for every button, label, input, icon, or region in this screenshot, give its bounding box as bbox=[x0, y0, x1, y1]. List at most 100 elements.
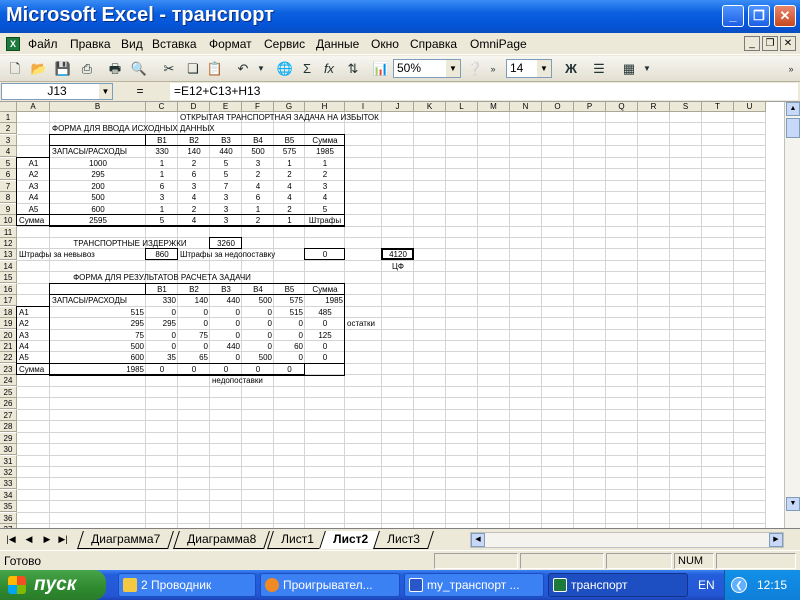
supply-cell[interactable]: 295 bbox=[52, 169, 144, 180]
cost-cell[interactable]: 6 bbox=[148, 181, 176, 192]
sum-cell[interactable]: 2 bbox=[244, 215, 272, 226]
column-header[interactable]: F bbox=[242, 102, 274, 112]
help-icon[interactable]: ❔ bbox=[466, 60, 484, 78]
tab-sheet3[interactable]: Лист3 bbox=[373, 531, 434, 549]
result-cell[interactable]: 500 bbox=[244, 352, 272, 363]
supplier-label[interactable]: А4 bbox=[19, 192, 48, 203]
cost-cell[interactable]: 6 bbox=[180, 169, 208, 180]
function-icon[interactable]: fx bbox=[320, 60, 338, 78]
menu-edit[interactable]: Правка bbox=[70, 37, 111, 51]
result-form-title[interactable]: ФОРМА ДЛЯ РЕЗУЛЬТАТОВ РАСЧЕТА ЗАДАЧИ bbox=[52, 272, 272, 283]
column-header[interactable]: S bbox=[670, 102, 702, 112]
row-header[interactable]: 17 bbox=[0, 295, 17, 306]
cost-cell[interactable]: 7 bbox=[212, 181, 240, 192]
column-header[interactable]: R bbox=[638, 102, 670, 112]
row-header[interactable]: 26 bbox=[0, 398, 17, 409]
row-header[interactable]: 2 bbox=[0, 123, 17, 134]
row-header[interactable]: 33 bbox=[0, 478, 17, 489]
supply-cell[interactable]: 500 bbox=[52, 192, 144, 203]
sum-label[interactable]: Сумма bbox=[19, 215, 48, 226]
row-header[interactable]: 36 bbox=[0, 513, 17, 524]
cost-cell[interactable]: 3 bbox=[148, 192, 176, 203]
column-header[interactable]: B bbox=[50, 102, 146, 112]
cost-cell[interactable]: 2 bbox=[244, 169, 272, 180]
cost-cell[interactable]: 2 bbox=[180, 204, 208, 215]
demand-cell[interactable]: 440 bbox=[212, 146, 240, 157]
new-icon[interactable]: 🗋 bbox=[6, 60, 24, 78]
cost-cell[interactable]: 2 bbox=[276, 169, 303, 180]
row-header[interactable]: 31 bbox=[0, 456, 17, 467]
print-icon[interactable]: 🖶 bbox=[106, 60, 124, 78]
supplier-label[interactable]: А3 bbox=[19, 181, 48, 192]
sum-cell[interactable]: 0 bbox=[276, 364, 303, 375]
result-cell[interactable]: 60 bbox=[276, 341, 303, 352]
tab-diagram8[interactable]: Диаграмма8 bbox=[173, 531, 271, 549]
sheet-title[interactable]: ОТКРЫТАЯ ТРАНСПОРТНАЯ ЗАДАЧА НА ИЗБЫТОК bbox=[180, 112, 379, 123]
penalty-cell[interactable]: 2 bbox=[307, 169, 343, 180]
penalty-label[interactable]: Штрафы bbox=[307, 215, 343, 226]
col-label[interactable]: В4 bbox=[244, 135, 272, 146]
col-label[interactable]: В1 bbox=[148, 135, 176, 146]
demand-cell[interactable]: 140 bbox=[180, 295, 208, 306]
row-header[interactable]: 5 bbox=[0, 158, 17, 169]
supply-cell[interactable]: 295 bbox=[52, 318, 144, 329]
scroll-thumb[interactable] bbox=[786, 118, 800, 138]
sum-cell[interactable]: 2595 bbox=[52, 215, 144, 226]
col-label[interactable]: В4 bbox=[244, 284, 272, 295]
scroll-down-icon[interactable]: ▼ bbox=[786, 497, 800, 511]
col-label[interactable]: В1 bbox=[148, 284, 176, 295]
cost-cell[interactable]: 5 bbox=[212, 169, 240, 180]
doc-restore-button[interactable]: ❐ bbox=[762, 36, 778, 51]
cost-cell[interactable]: 6 bbox=[244, 192, 272, 203]
cost-cell[interactable]: 2 bbox=[276, 204, 303, 215]
col-label[interactable]: Сумма bbox=[307, 135, 343, 146]
supplier-label[interactable]: А5 bbox=[19, 204, 48, 215]
first-sheet-icon[interactable]: |◀ bbox=[4, 532, 18, 547]
row-header[interactable]: 35 bbox=[0, 501, 17, 512]
col-label[interactable]: В2 bbox=[180, 135, 208, 146]
column-header[interactable]: C bbox=[146, 102, 178, 112]
cost-cell[interactable]: 3 bbox=[244, 158, 272, 169]
penalty-cell[interactable]: 3 bbox=[307, 181, 343, 192]
doc-minimize-button[interactable]: _ bbox=[744, 36, 760, 51]
column-header[interactable]: O bbox=[542, 102, 574, 112]
fx-label[interactable]: = bbox=[120, 83, 160, 100]
scroll-right-icon[interactable]: ▶ bbox=[769, 533, 783, 547]
column-header[interactable]: H bbox=[305, 102, 345, 112]
sum-cell[interactable]: 1 bbox=[276, 215, 303, 226]
demand-cell[interactable]: 330 bbox=[148, 146, 176, 157]
supplier-label[interactable]: А1 bbox=[19, 307, 48, 318]
print-preview-icon[interactable]: 🔍 bbox=[130, 60, 148, 78]
save-icon[interactable]: 💾 bbox=[54, 60, 72, 78]
result-cell[interactable]: 440 bbox=[212, 341, 240, 352]
row-header[interactable]: 3 bbox=[0, 135, 17, 146]
close-button[interactable]: ✕ bbox=[774, 5, 796, 27]
menu-data[interactable]: Данные bbox=[316, 37, 359, 51]
column-header[interactable]: M bbox=[478, 102, 510, 112]
result-cell[interactable]: 0 bbox=[148, 307, 176, 318]
doc-close-button[interactable]: ✕ bbox=[780, 36, 796, 51]
row-header[interactable]: 18 bbox=[0, 307, 17, 318]
column-header[interactable]: J bbox=[382, 102, 414, 112]
result-cell[interactable]: 0 bbox=[276, 352, 303, 363]
col-label[interactable]: В5 bbox=[276, 284, 303, 295]
paste-icon[interactable]: 📋 bbox=[206, 60, 224, 78]
col-label[interactable]: В3 bbox=[212, 284, 240, 295]
column-header[interactable]: Q bbox=[606, 102, 638, 112]
row-header[interactable]: 32 bbox=[0, 467, 17, 478]
rest-cell[interactable]: 0 bbox=[307, 352, 343, 363]
result-cell[interactable]: 0 bbox=[244, 330, 272, 341]
result-cell[interactable]: 515 bbox=[276, 307, 303, 318]
tab-diagram7[interactable]: Диаграмма7 bbox=[77, 531, 175, 549]
last-sheet-icon[interactable]: ▶| bbox=[56, 532, 70, 547]
sum-cell[interactable]: 0 bbox=[244, 364, 272, 375]
supplier-label[interactable]: А4 bbox=[19, 341, 48, 352]
penalty-unshipped-label[interactable]: Штрафы за невывоз bbox=[19, 249, 144, 260]
column-header[interactable]: A bbox=[17, 102, 50, 112]
column-header[interactable]: I bbox=[345, 102, 382, 112]
scroll-up-icon[interactable]: ▲ bbox=[786, 102, 800, 116]
result-cell[interactable]: 295 bbox=[148, 318, 176, 329]
sum-cell[interactable]: 0 bbox=[148, 364, 176, 375]
row-header[interactable]: 21 bbox=[0, 341, 17, 352]
demand-cell[interactable]: 575 bbox=[276, 295, 303, 306]
